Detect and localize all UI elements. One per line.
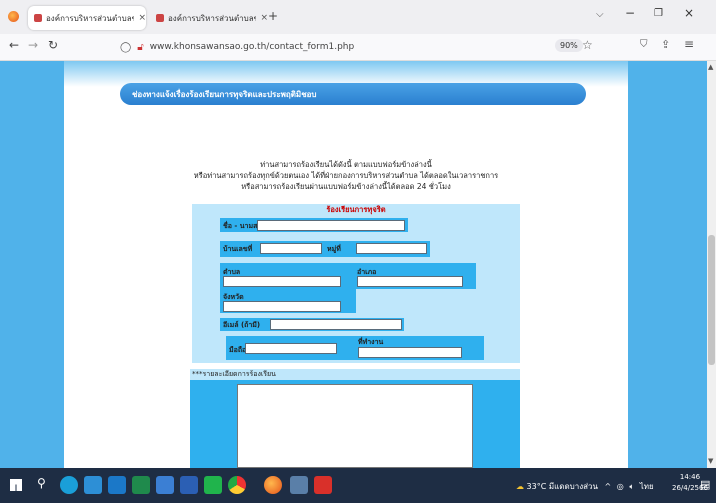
tray-chevron-icon[interactable]: ^ <box>605 482 612 491</box>
mail-icon[interactable] <box>108 476 126 494</box>
network-icon[interactable]: ◎ <box>617 482 624 491</box>
network-app-icon[interactable] <box>290 476 308 494</box>
amphoe-input[interactable] <box>357 276 463 287</box>
phone-label: มือถือ <box>229 346 247 354</box>
bookmark-star-icon[interactable]: ☆ <box>582 38 593 52</box>
word-icon[interactable] <box>180 476 198 494</box>
shield-icon[interactable]: ◯ <box>120 42 131 53</box>
windows-start-icon[interactable] <box>10 479 22 491</box>
system-tray: ☁ 33°C มีแดดบางส่วน ^ ◎ 🔈︎ ไทย <box>516 480 654 493</box>
tambon-input[interactable] <box>223 276 341 287</box>
store-icon[interactable] <box>84 476 102 494</box>
notification-icon[interactable]: ▤ <box>700 478 710 491</box>
email-label: อีเมล์ (ถ้ามี) <box>223 321 261 329</box>
section-banner: ช่องทางแจ้งเรื่องร้องเรียนการทุจริตและปร… <box>120 83 586 105</box>
house-no-label: บ้านเลขที่ <box>223 245 253 253</box>
province-input[interactable] <box>223 301 341 312</box>
name-input[interactable] <box>257 220 405 231</box>
close-tab-icon[interactable]: × <box>260 13 268 23</box>
zoom-level[interactable]: 90% <box>555 39 583 52</box>
close-window-icon[interactable]: × <box>684 6 694 20</box>
site-favicon-icon <box>156 14 164 22</box>
language-indicator[interactable]: ไทย <box>640 482 654 491</box>
detail-textarea[interactable] <box>237 384 473 468</box>
edge-icon[interactable] <box>60 476 78 494</box>
tab-2-label: องค์การบริหารส่วนตำบลขอนสวรรค์ อำเ <box>168 13 257 23</box>
windows-taskbar: ⚲ ☁ 33°C มีแดดบางส่วน ^ ◎ 🔈︎ ไทย 14:46 2… <box>0 468 716 503</box>
firefox-taskbar-icon[interactable] <box>264 476 282 494</box>
firefox-icon[interactable] <box>8 11 19 22</box>
line-icon[interactable] <box>204 476 222 494</box>
menu-icon[interactable]: ≡ <box>684 37 694 51</box>
extensions-icon[interactable]: ⇪ <box>661 38 670 51</box>
page-left-background <box>0 61 64 468</box>
moo-input[interactable] <box>356 243 427 254</box>
back-arrow-icon[interactable]: ← <box>9 38 19 52</box>
tab-bar: องค์การบริหารส่วนตำบลขอนสวรรค์ อำเ × องค… <box>0 0 716 34</box>
insecure-lock-icon[interactable]: 🔓︎ <box>137 42 143 53</box>
acrobat-icon[interactable] <box>314 476 332 494</box>
weather-icon[interactable]: ☁ <box>516 482 524 491</box>
volume-icon[interactable]: 🔈︎ <box>629 482 634 491</box>
tab-list-chevron-icon[interactable]: ⌵ <box>596 9 604 20</box>
tab-1-label: องค์การบริหารส่วนตำบลขอนสวรรค์ อำเ <box>46 13 135 23</box>
moo-label: หมู่ที่ <box>327 245 341 253</box>
scrollbar-thumb[interactable] <box>708 235 715 365</box>
scroll-down-icon[interactable]: ▼ <box>708 457 713 465</box>
navigation-bar: ← → ↻ ◯ 🔓︎ www.khonsawansao.go.th/contac… <box>0 34 716 61</box>
workplace-input[interactable] <box>358 347 462 358</box>
search-icon[interactable]: ⚲ <box>37 476 46 490</box>
excel-icon[interactable] <box>132 476 150 494</box>
maximize-icon[interactable]: ❐ <box>654 8 663 19</box>
close-tab-icon[interactable]: × <box>138 13 146 23</box>
url-text: www.khonsawansao.go.th/contact_form1.php <box>149 42 355 52</box>
minimize-icon[interactable]: − <box>625 6 635 20</box>
chrome-icon[interactable] <box>228 476 246 494</box>
phone-input[interactable] <box>245 343 337 354</box>
detail-label: ***รายละเอียดการร้องเรียน <box>190 369 520 380</box>
pocket-icon[interactable]: ⛉ <box>640 39 648 50</box>
scroll-up-icon[interactable]: ▲ <box>708 63 713 71</box>
form-title: ร้องเรียนการทุจริต <box>192 204 520 215</box>
page-right-background <box>628 61 707 468</box>
weather-text[interactable]: 33°C มีแดดบางส่วน <box>527 482 598 491</box>
intro-line-3: หรือสามารถร้องเรียนผ่านแบบฟอร์มข้างล่างน… <box>241 182 451 191</box>
site-favicon-icon <box>34 14 42 22</box>
page-viewport: ช่องทางแจ้งเรื่องร้องเรียนการทุจริตและปร… <box>0 61 707 468</box>
calendar-icon[interactable] <box>156 476 174 494</box>
reload-icon[interactable]: ↻ <box>48 38 58 52</box>
address-bar[interactable]: ◯ 🔓︎ www.khonsawansao.go.th/contact_form… <box>120 37 590 57</box>
tab-1[interactable]: องค์การบริหารส่วนตำบลขอนสวรรค์ อำเ × <box>28 6 146 30</box>
email-input[interactable] <box>270 319 402 330</box>
forward-arrow-icon[interactable]: → <box>28 38 38 52</box>
house-no-input[interactable] <box>260 243 322 254</box>
tab-2[interactable]: องค์การบริหารส่วนตำบลขอนสวรรค์ อำเ × <box>150 6 268 30</box>
new-tab-button[interactable]: + <box>268 9 278 23</box>
